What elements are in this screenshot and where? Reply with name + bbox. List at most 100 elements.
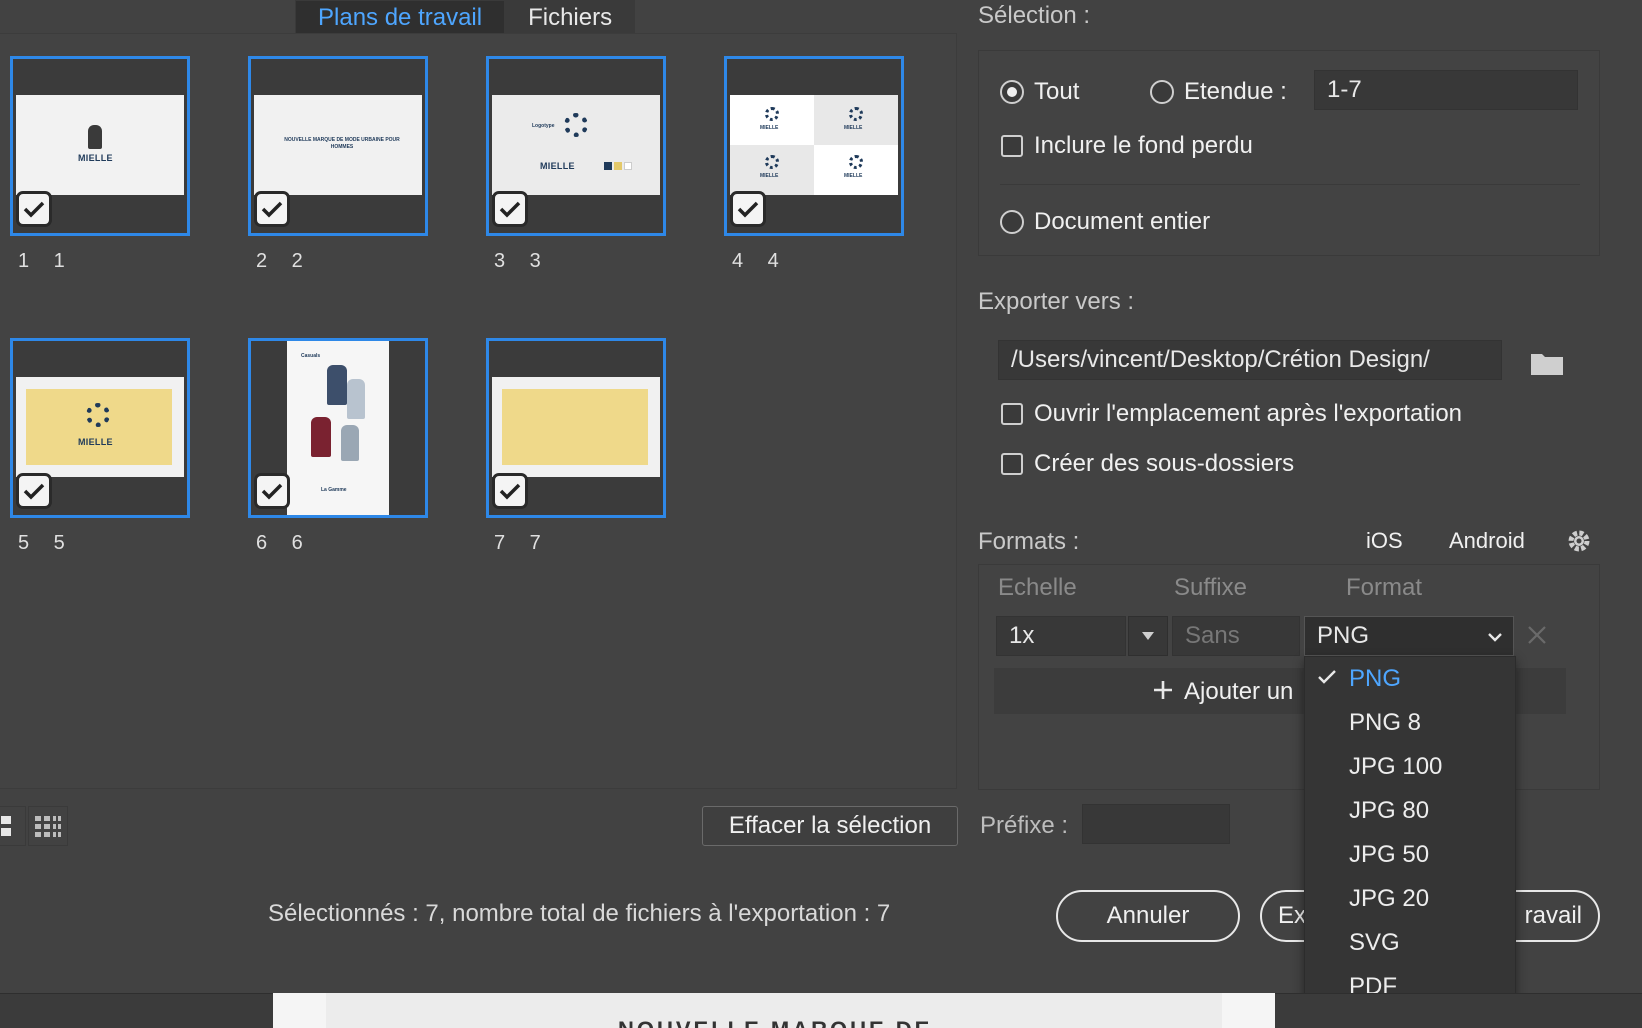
artboard-preview: Logotype MIELLE xyxy=(492,95,660,195)
checkmark-icon xyxy=(499,201,521,218)
artboard-checkbox[interactable] xyxy=(254,473,290,509)
model-photo xyxy=(311,417,331,457)
format-option-jpg100[interactable]: JPG 100 xyxy=(1349,753,1442,781)
artboard-label: 2 2 xyxy=(256,250,304,272)
scale-dropdown-button[interactable] xyxy=(1128,616,1168,656)
range-radio[interactable] xyxy=(1150,80,1174,104)
suffix-input[interactable]: Sans xyxy=(1172,616,1300,656)
single-view-icon xyxy=(1,816,11,836)
range-label: Etendue : xyxy=(1184,78,1287,105)
grid-view-icon xyxy=(35,816,61,837)
clear-selection-button[interactable]: Effacer la sélection xyxy=(702,806,958,846)
divider xyxy=(1000,184,1580,185)
scale-input[interactable]: 1x xyxy=(996,616,1126,656)
format-select[interactable]: PNG xyxy=(1304,616,1514,656)
flower-logo-icon xyxy=(849,155,863,169)
android-preset-button[interactable]: Android xyxy=(1449,528,1525,554)
artboard-checkbox[interactable] xyxy=(730,191,766,227)
artboard-thumbnail-2[interactable]: NOUVELLE MARQUE DE MODE URBAINE POUR HOM… xyxy=(248,56,428,236)
flower-logo-icon xyxy=(765,107,779,121)
checkmark-icon xyxy=(261,201,283,218)
yellow-panel: MIELLE xyxy=(26,389,172,465)
logo-text: MIELLE xyxy=(760,173,779,179)
cancel-button[interactable]: Annuler xyxy=(1056,890,1240,942)
artboard-preview: MIELLE xyxy=(16,95,184,195)
color-swatch xyxy=(624,162,632,170)
range-input[interactable]: 1-7 xyxy=(1314,70,1578,110)
flower-logo-icon xyxy=(564,113,588,137)
format-column-header: Format xyxy=(1346,574,1423,601)
large-thumbnail-view-button[interactable] xyxy=(0,806,26,846)
checkmark-icon xyxy=(1318,670,1336,684)
caption-text: La Gamme xyxy=(321,487,347,493)
artboard-thumbnail-1[interactable]: MIELLE xyxy=(10,56,190,236)
suffix-column-header: Suffixe xyxy=(1174,574,1247,601)
model-photo xyxy=(347,379,365,419)
model-photo xyxy=(341,425,359,461)
ios-preset-button[interactable]: iOS xyxy=(1366,528,1403,554)
color-swatch xyxy=(614,162,622,170)
add-format-label: Ajouter un xyxy=(1184,678,1294,705)
open-location-label: Ouvrir l'emplacement après l'exportation xyxy=(1034,400,1463,427)
triangle-down-icon xyxy=(1142,632,1154,640)
include-bleed-label: Inclure le fond perdu xyxy=(1034,132,1253,159)
open-location-checkbox[interactable] xyxy=(1001,403,1023,425)
artboard-preview: MIELLE xyxy=(16,377,184,477)
logo-text: MIELLE xyxy=(78,153,113,163)
document-heading-text: NOUVELLE MARQUE DE xyxy=(618,1017,932,1028)
format-option-svg[interactable]: SVG xyxy=(1349,929,1400,957)
export-button-label-end: ravail xyxy=(1524,902,1582,929)
logo-text: MIELLE xyxy=(540,161,575,171)
checkmark-icon xyxy=(737,201,759,218)
checkmark-icon xyxy=(23,483,45,500)
create-subfolders-checkbox[interactable] xyxy=(1001,453,1023,475)
artboard-label: 6 6 xyxy=(256,532,304,554)
model-photo xyxy=(327,365,347,405)
logo-text: MIELLE xyxy=(760,125,779,131)
format-option-jpg80[interactable]: JPG 80 xyxy=(1349,797,1429,825)
include-bleed-checkbox[interactable] xyxy=(1001,135,1023,157)
quadrant-bg xyxy=(730,145,814,195)
artboard-thumbnail-5[interactable]: MIELLE xyxy=(10,338,190,518)
whole-document-label: Document entier xyxy=(1034,208,1211,235)
export-path-input[interactable]: /Users/vincent/Desktop/Crétion Design/ xyxy=(998,340,1502,380)
artboard-label: 7 7 xyxy=(494,532,542,554)
artboard-label: 1 1 xyxy=(18,250,66,272)
color-swatch xyxy=(604,162,612,170)
plus-icon xyxy=(1154,681,1172,699)
artboard-checkbox[interactable] xyxy=(492,473,528,509)
artboard-checkbox[interactable] xyxy=(492,191,528,227)
flower-logo-icon xyxy=(849,107,863,121)
prefix-input[interactable] xyxy=(1082,804,1230,844)
folder-icon[interactable] xyxy=(1530,350,1564,381)
artboard-thumbnail-7[interactable] xyxy=(486,338,666,518)
caption-text: Casuals xyxy=(301,353,321,359)
tab-bar: Plans de travail Fichiers xyxy=(295,0,636,33)
remove-format-icon[interactable] xyxy=(1526,624,1548,651)
artboard-checkbox[interactable] xyxy=(16,473,52,509)
format-option-png8[interactable]: PNG 8 xyxy=(1349,709,1421,737)
logo-text: MIELLE xyxy=(844,125,863,131)
grid-view-button[interactable] xyxy=(28,806,68,846)
format-select-value: PNG xyxy=(1317,622,1370,649)
artboard-thumbnail-6[interactable]: Casuals La Gamme xyxy=(248,338,428,518)
format-option-jpg50[interactable]: JPG 50 xyxy=(1349,841,1429,869)
artboard-checkbox[interactable] xyxy=(16,191,52,227)
format-option-png[interactable]: PNG xyxy=(1349,665,1401,693)
logo-text: MIELLE xyxy=(78,437,113,447)
artboard-preview xyxy=(492,377,660,477)
checkmark-icon xyxy=(261,483,283,500)
tab-artboards[interactable]: Plans de travail xyxy=(295,0,506,33)
artboard-thumbnail-4[interactable]: MIELLE MIELLE MIELLE MIELLE xyxy=(724,56,904,236)
yellow-panel xyxy=(502,389,648,465)
artboard-checkbox[interactable] xyxy=(254,191,290,227)
all-radio[interactable] xyxy=(1000,80,1024,104)
export-status-text: Sélectionnés : 7, nombre total de fichie… xyxy=(268,900,891,927)
artboard-preview: NOUVELLE MARQUE DE MODE URBAINE POUR HOM… xyxy=(254,95,422,195)
whole-document-radio[interactable] xyxy=(1000,210,1024,234)
tab-files[interactable]: Fichiers xyxy=(505,0,636,33)
artboard-label: 3 3 xyxy=(494,250,542,272)
gear-icon[interactable] xyxy=(1566,528,1592,559)
format-option-jpg20[interactable]: JPG 20 xyxy=(1349,885,1429,913)
artboard-thumbnail-3[interactable]: Logotype MIELLE xyxy=(486,56,666,236)
